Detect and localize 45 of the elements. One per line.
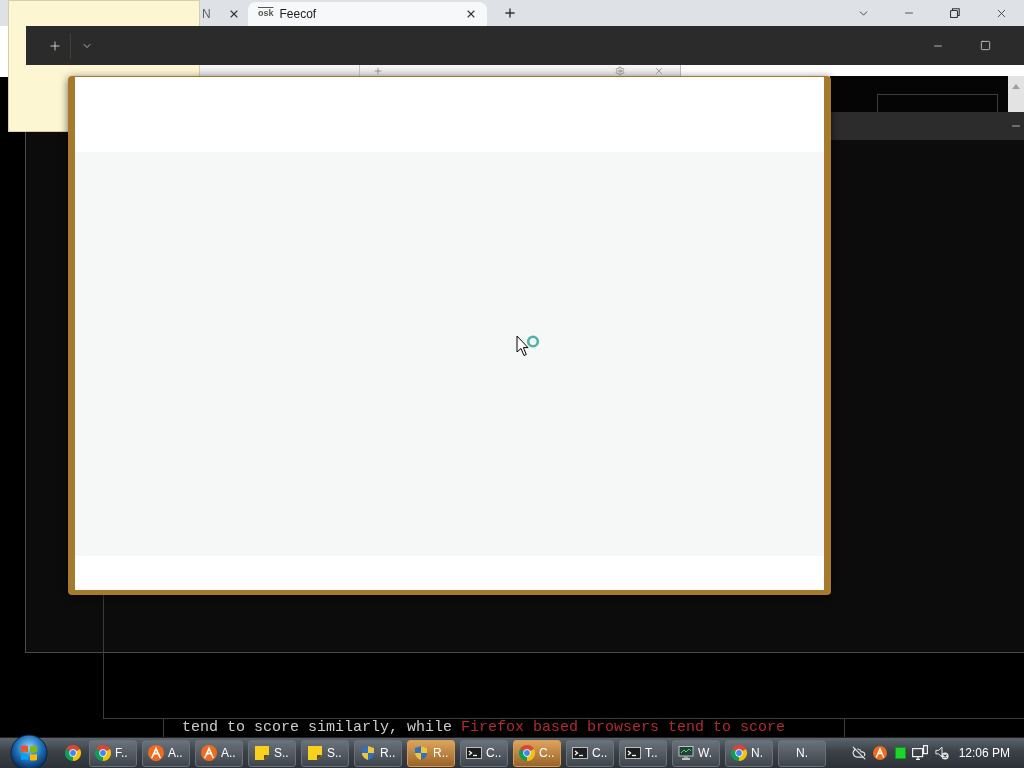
terminal-icon <box>572 745 588 761</box>
taskbar-button[interactable]: C.. <box>566 739 614 767</box>
monitor-icon <box>678 745 694 761</box>
shield-icon <box>360 745 376 761</box>
color-wheel-icon <box>519 745 535 761</box>
taskbar-button[interactable]: S.. <box>248 739 296 767</box>
close-icon[interactable] <box>465 8 477 20</box>
speaker-muted-icon[interactable] <box>934 746 949 760</box>
status-square-icon[interactable] <box>894 747 906 759</box>
note-icon <box>307 745 323 761</box>
taskbar-button[interactable]: F.. <box>89 739 137 767</box>
restore-icon[interactable] <box>950 8 960 18</box>
app-logo-icon <box>201 745 217 761</box>
browser-tab[interactable]: N <box>200 2 246 26</box>
taskbar-button[interactable]: W. <box>672 739 720 767</box>
console-text: Firefox based browsers tend to score <box>461 719 786 737</box>
app-logo-icon <box>148 745 164 761</box>
taskbar-button[interactable]: A.. <box>195 739 243 767</box>
shield-icon <box>413 745 429 761</box>
taskbar-button[interactable]: R.. <box>354 739 402 767</box>
app-logo-icon[interactable] <box>872 746 887 760</box>
clock-time[interactable]: 12:06 PM <box>958 744 1010 762</box>
console-text: tend to score similarly, while <box>182 719 453 737</box>
computer-icon[interactable] <box>911 745 928 761</box>
taskbar-button[interactable]: T.. <box>619 739 667 767</box>
taskbar-button[interactable]: N. <box>725 739 773 767</box>
color-wheel-icon <box>731 745 747 761</box>
taskbar-button[interactable]: A.. <box>142 739 190 767</box>
color-wheel-icon[interactable] <box>65 745 81 761</box>
maximize-icon[interactable] <box>980 40 991 51</box>
note-icon <box>254 745 270 761</box>
taskbar-button[interactable]: C.. <box>460 739 508 767</box>
cloud-off-icon[interactable] <box>851 746 866 760</box>
close-icon[interactable] <box>228 8 240 20</box>
color-wheel-icon <box>95 745 111 761</box>
new-tab-icon[interactable] <box>503 6 517 20</box>
terminal-icon <box>625 745 641 761</box>
start-orb-icon[interactable] <box>10 734 48 768</box>
taskbar-button[interactable]: N. <box>778 739 826 767</box>
browser-tab[interactable]: osk Feecof <box>248 2 487 26</box>
new-tab-icon[interactable] <box>48 38 62 53</box>
busy-cursor-icon <box>516 335 540 357</box>
settings-icon[interactable] <box>615 66 625 76</box>
taskbar-button[interactable]: S.. <box>301 739 349 767</box>
terminal-icon <box>466 745 482 761</box>
